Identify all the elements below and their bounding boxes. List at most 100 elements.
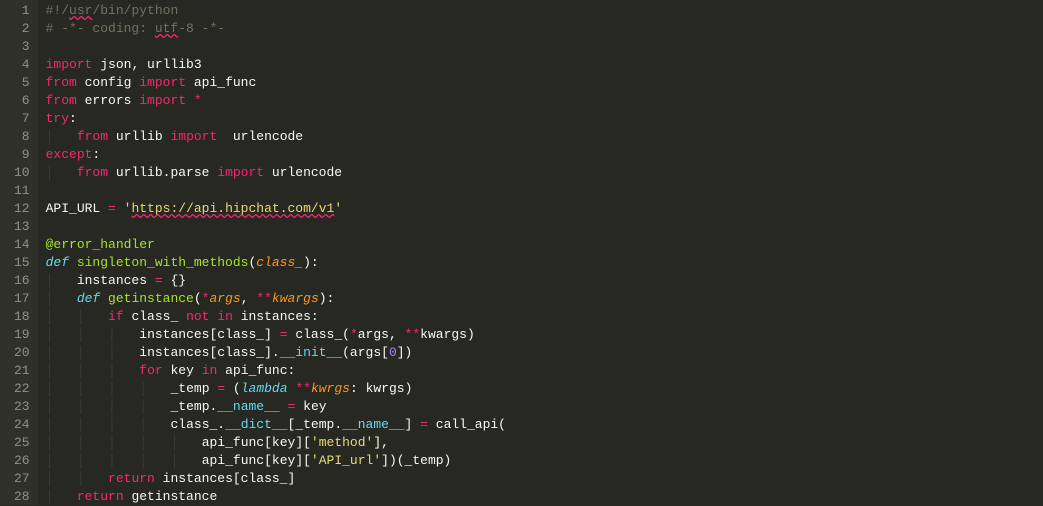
- code-token: _temp: [170, 381, 217, 396]
- code-token: API_URL: [46, 201, 108, 216]
- code-token: *: [350, 327, 358, 342]
- code-line[interactable]: [46, 218, 1043, 236]
- code-line[interactable]: │ │ │ │ _temp = (lambda **kwrgs: kwrgs): [46, 380, 1043, 398]
- code-token: lambda: [241, 381, 288, 396]
- line-number: 24: [14, 416, 30, 434]
- code-token: [100, 291, 108, 306]
- code-line[interactable]: │ │ │ instances[class_] = class_(*args, …: [46, 326, 1043, 344]
- line-number: 22: [14, 380, 30, 398]
- code-token: call_api(: [428, 417, 506, 432]
- indent-guide: │: [46, 399, 77, 414]
- line-number: 19: [14, 326, 30, 344]
- code-token: getinstance: [108, 291, 194, 306]
- code-token: args: [210, 291, 241, 306]
- indent-guide: │: [108, 363, 139, 378]
- line-number: 8: [14, 128, 30, 146]
- code-token: def: [77, 291, 100, 306]
- code-token: __name__: [342, 417, 404, 432]
- line-number: 7: [14, 110, 30, 128]
- code-line[interactable]: │ return getinstance: [46, 488, 1043, 506]
- code-line[interactable]: try:: [46, 110, 1043, 128]
- line-number: 17: [14, 290, 30, 308]
- code-token: json: [92, 57, 131, 72]
- code-line[interactable]: import json, urllib3: [46, 56, 1043, 74]
- code-line[interactable]: # -*- coding: utf-8 -*-: [46, 20, 1043, 38]
- indent-guide: │: [108, 345, 139, 360]
- indent-guide: │: [46, 273, 77, 288]
- code-token: class_: [124, 309, 186, 324]
- code-token: *: [194, 93, 202, 108]
- code-token: urllib3: [139, 57, 201, 72]
- code-token: [69, 255, 77, 270]
- code-token: {}: [163, 273, 186, 288]
- code-token: key: [295, 399, 326, 414]
- code-token: [_temp.: [288, 417, 343, 432]
- indent-guide: │: [46, 453, 77, 468]
- code-token: api_func: [186, 75, 256, 90]
- code-line[interactable]: │ │ │ instances[class_].__init__(args[0]…: [46, 344, 1043, 362]
- code-line[interactable]: │ │ return instances[class_]: [46, 470, 1043, 488]
- line-number: 23: [14, 398, 30, 416]
- code-token: =: [420, 417, 428, 432]
- line-number: 28: [14, 488, 30, 506]
- code-line[interactable]: [46, 38, 1043, 56]
- code-token: -8 -*-: [178, 21, 225, 36]
- code-token: singleton_with_methods: [77, 255, 249, 270]
- code-line[interactable]: except:: [46, 146, 1043, 164]
- code-token: not: [186, 309, 209, 324]
- code-token: ,: [241, 291, 257, 306]
- code-token: return: [77, 489, 124, 504]
- indent-guide: │: [46, 345, 77, 360]
- code-token: import: [46, 57, 93, 72]
- code-token: api_func:: [217, 363, 295, 378]
- code-line[interactable]: │ │ │ │ │ api_func[key]['API_url'])(_tem…: [46, 452, 1043, 470]
- code-line[interactable]: from errors import *: [46, 92, 1043, 110]
- code-token: https://api.hipchat.com/v1: [131, 201, 334, 216]
- code-token: if: [108, 309, 124, 324]
- code-token: from: [46, 93, 77, 108]
- code-token: (: [194, 291, 202, 306]
- indent-guide: │: [46, 129, 77, 144]
- code-line[interactable]: │ │ │ │ class_.__dict__[_temp.__name__] …: [46, 416, 1043, 434]
- code-token: (args[: [342, 345, 389, 360]
- code-line[interactable]: #!/usr/bin/python: [46, 2, 1043, 20]
- code-line[interactable]: │ from urllib.parse import urlencode: [46, 164, 1043, 182]
- indent-guide: │: [46, 489, 77, 504]
- line-number: 9: [14, 146, 30, 164]
- code-line[interactable]: def singleton_with_methods(class_):: [46, 254, 1043, 272]
- code-line[interactable]: [46, 182, 1043, 200]
- code-token: errors: [77, 93, 139, 108]
- code-token: instances[class_]: [155, 471, 295, 486]
- code-line[interactable]: │ │ │ │ │ api_func[key]['method'],: [46, 434, 1043, 452]
- code-line[interactable]: │ def getinstance(*args, **kwargs):: [46, 290, 1043, 308]
- code-editor[interactable]: 1234567891011121314151617181920212223242…: [0, 0, 1043, 505]
- code-line[interactable]: │ │ if class_ not in instances:: [46, 308, 1043, 326]
- code-token: import: [139, 93, 186, 108]
- indent-guide: │: [108, 381, 139, 396]
- code-token: __name__: [217, 399, 279, 414]
- indent-guide: │: [46, 165, 77, 180]
- indent-guide: │: [46, 435, 77, 450]
- indent-guide: │: [139, 399, 170, 414]
- code-token: **: [405, 327, 421, 342]
- indent-guide: │: [170, 453, 201, 468]
- code-line[interactable]: │ │ │ │ _temp.__name__ = key: [46, 398, 1043, 416]
- code-line[interactable]: from config import api_func: [46, 74, 1043, 92]
- code-token: ]): [397, 345, 413, 360]
- editor-code-area[interactable]: #!/usr/bin/python# -*- coding: utf-8 -*-…: [38, 0, 1043, 505]
- code-line[interactable]: @error_handler: [46, 236, 1043, 254]
- code-token: ': [334, 201, 342, 216]
- indent-guide: │: [108, 435, 139, 450]
- code-line[interactable]: │ instances = {}: [46, 272, 1043, 290]
- code-line[interactable]: │ from urllib import urlencode: [46, 128, 1043, 146]
- code-token: urllib: [108, 129, 170, 144]
- code-line[interactable]: API_URL = 'https://api.hipchat.com/v1': [46, 200, 1043, 218]
- code-token: ):: [303, 255, 319, 270]
- code-token: api_func[key][: [202, 435, 311, 450]
- indent-guide: │: [108, 399, 139, 414]
- code-token: ])(_temp): [381, 453, 451, 468]
- code-token: key: [163, 363, 202, 378]
- code-token: getinstance: [124, 489, 218, 504]
- code-token: kwrgs: [311, 381, 350, 396]
- code-line[interactable]: │ │ │ for key in api_func:: [46, 362, 1043, 380]
